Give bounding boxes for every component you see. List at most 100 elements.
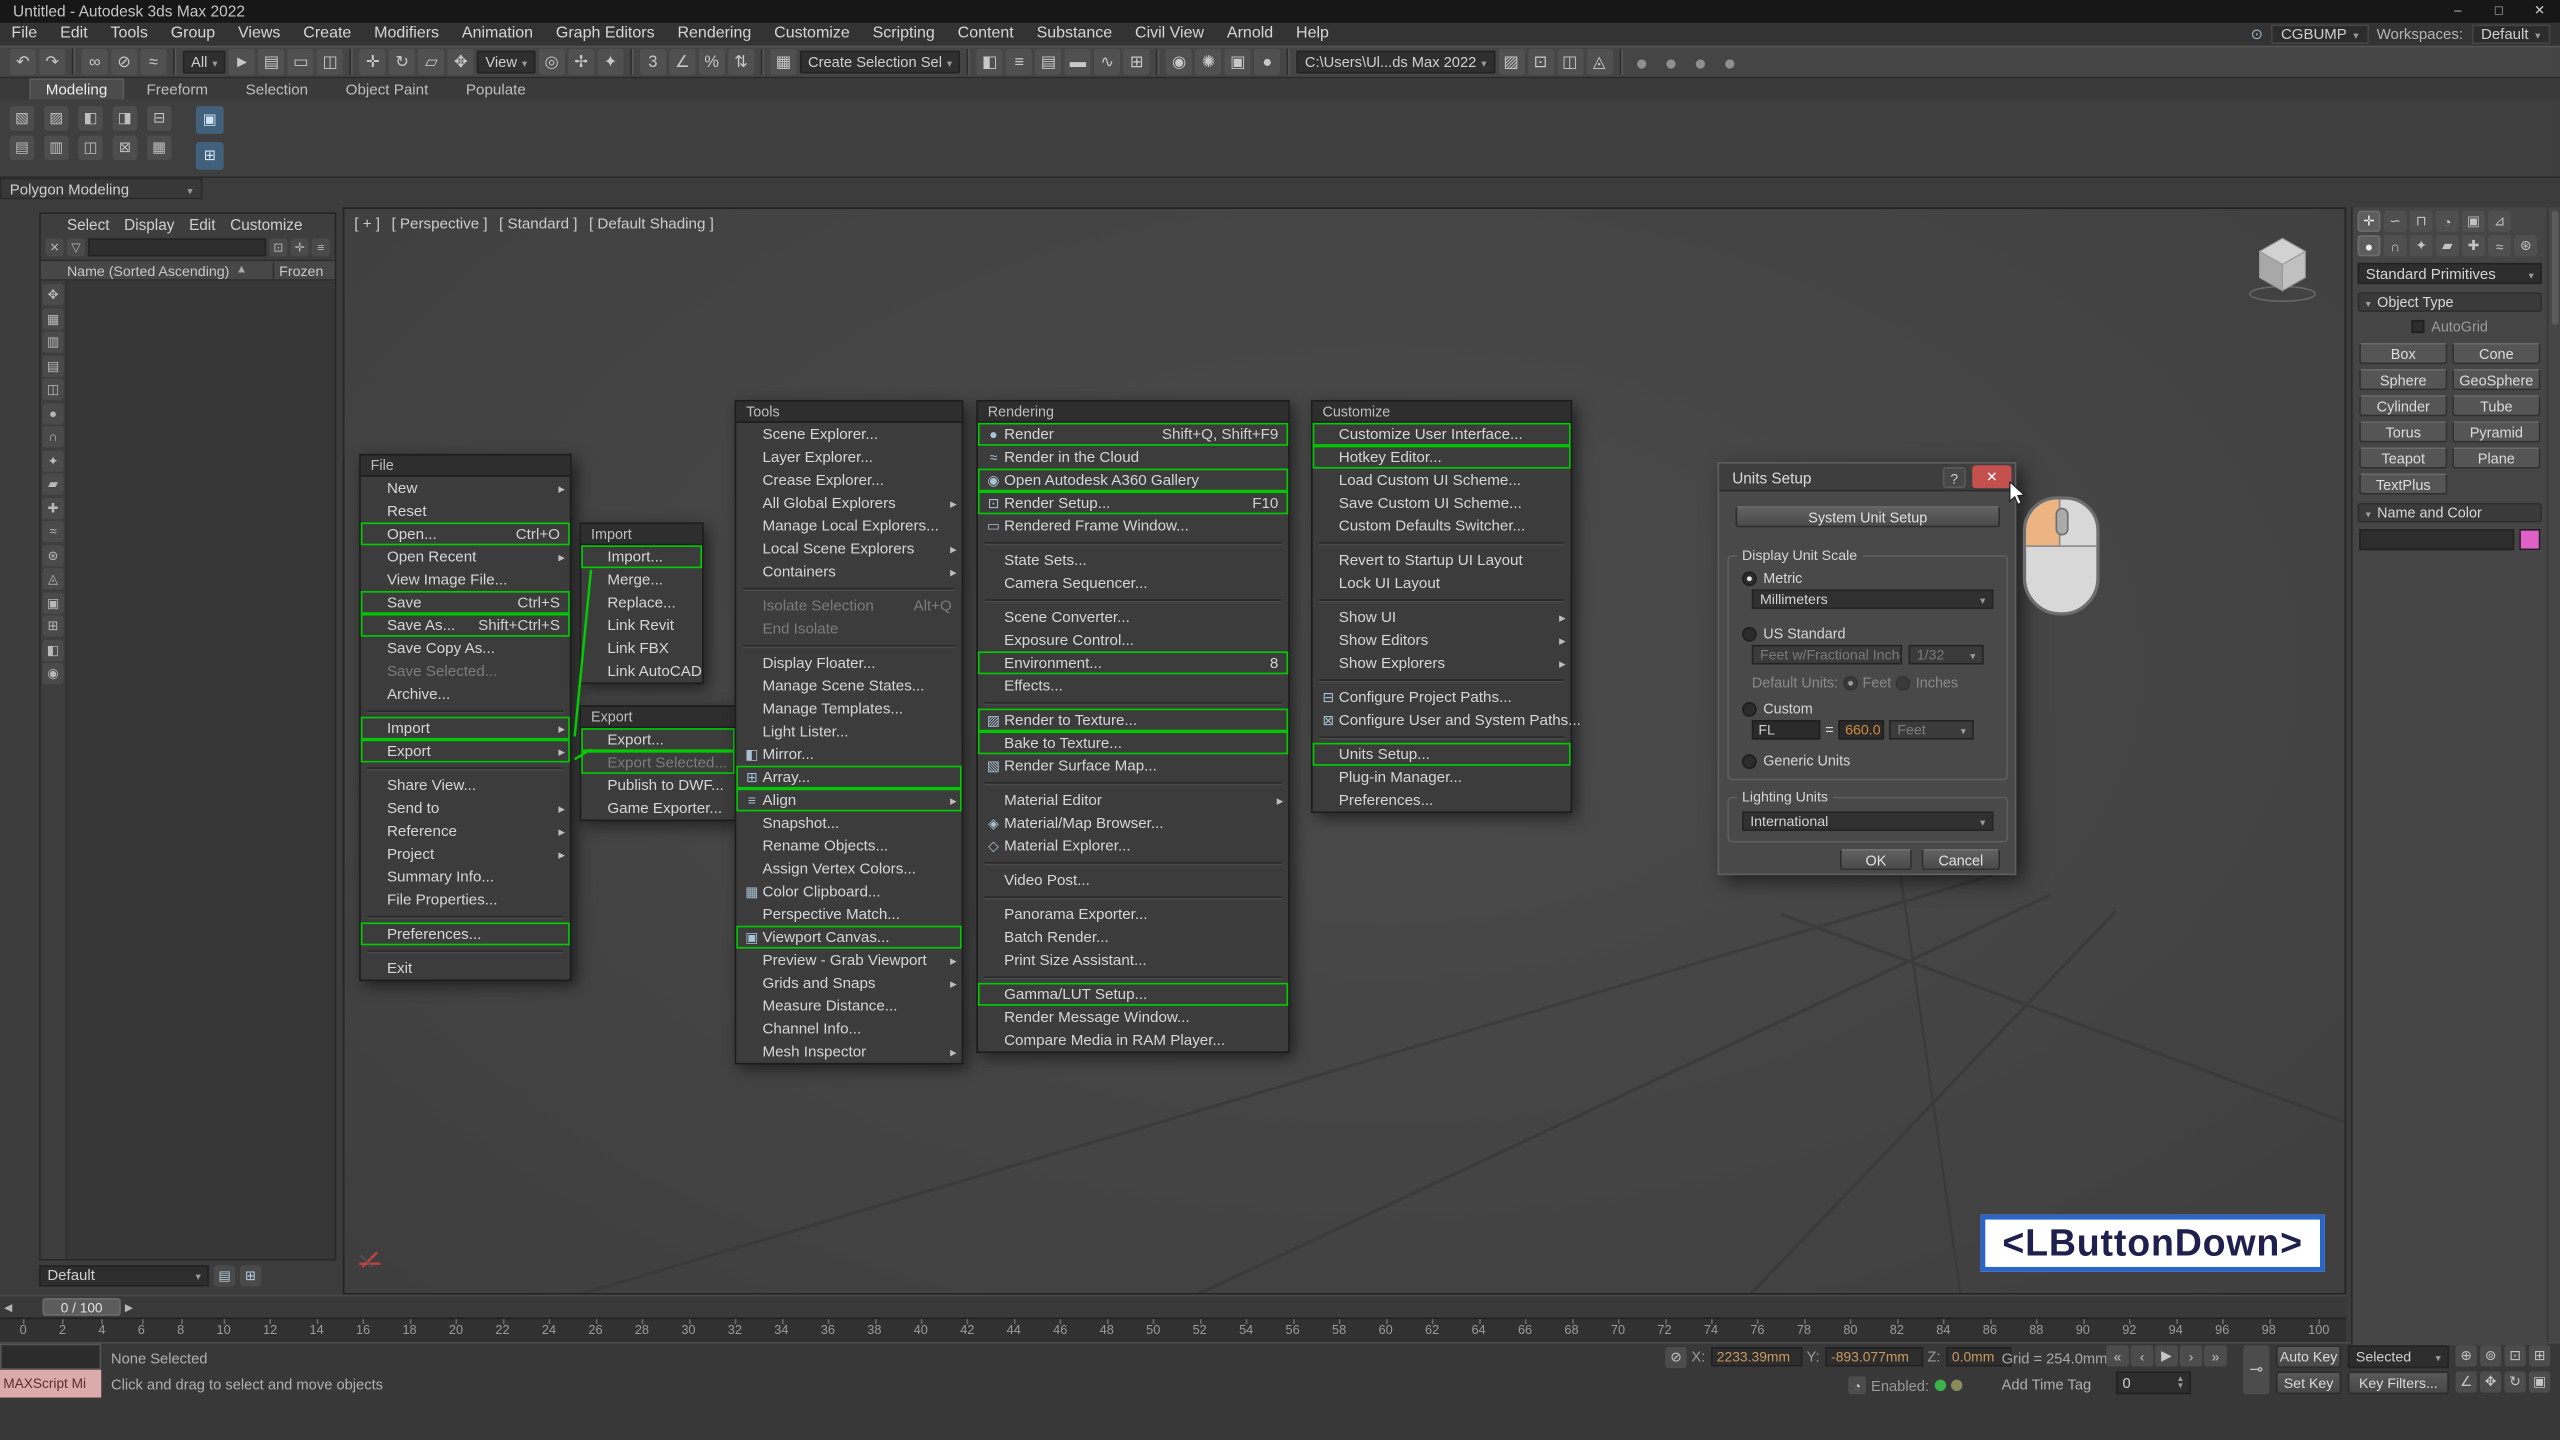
ribbon-tab[interactable]: Object Paint — [331, 80, 443, 100]
primitive-button[interactable]: Plane — [2452, 447, 2540, 468]
select-object-icon[interactable]: ► — [229, 49, 255, 75]
ribbon-tool-icon[interactable]: ◫ — [78, 136, 102, 160]
redo-icon[interactable]: ↷ — [39, 49, 65, 75]
menu-separator[interactable] — [1313, 537, 1571, 548]
menu-separator[interactable] — [361, 911, 570, 922]
menu-item[interactable]: Export... — [581, 728, 734, 751]
play-icon[interactable]: ▶ — [2155, 1345, 2178, 1366]
toolbar-separator[interactable] — [967, 49, 970, 75]
maxscript-mini-listener[interactable]: MAXScript Mi — [0, 1344, 101, 1400]
menu-item[interactable]: Units Setup... — [1313, 743, 1571, 766]
menubar-item[interactable]: Substance — [1025, 23, 1123, 46]
explorer-menu-item[interactable]: Customize — [230, 216, 302, 234]
generic-units-radio[interactable] — [1742, 753, 1757, 768]
menu-item[interactable]: ◉ Open Autodesk A360 Gallery — [978, 469, 1288, 492]
default-feet-radio[interactable] — [1843, 675, 1858, 690]
menu-item[interactable]: ▨ Render to Texture... — [978, 709, 1288, 732]
menu-item[interactable]: Exit — [361, 957, 570, 980]
menu-item[interactable]: Crease Explorer... — [736, 469, 961, 492]
primitive-button[interactable]: Box — [2359, 343, 2447, 364]
menubar-item[interactable]: File — [0, 23, 49, 46]
menubar-item[interactable]: Modifiers — [363, 23, 451, 46]
isolate-selection-icon[interactable]: ◬ — [1586, 49, 1612, 75]
frozen-column-header[interactable]: Frozen — [273, 262, 335, 278]
menubar-item[interactable]: Edit — [49, 23, 99, 46]
spacewarps-category-icon[interactable]: ≈ — [2488, 235, 2511, 256]
lock-explorer-icon[interactable]: ⊡ — [269, 238, 287, 256]
custom-radio[interactable] — [1742, 701, 1757, 716]
pan-icon[interactable]: ✥ — [2480, 1371, 2501, 1392]
menu-separator[interactable] — [361, 762, 570, 773]
menu-item[interactable]: Link AutoCAD — [581, 660, 702, 683]
menu-item[interactable]: Show UI — [1313, 606, 1571, 629]
shapes-category-icon[interactable]: ∩ — [2384, 235, 2407, 256]
menu-item[interactable]: Scene Converter... — [978, 606, 1288, 629]
explorer-select-none-icon[interactable]: ▥ — [42, 331, 63, 352]
select-and-manipulate-icon[interactable]: ✢ — [568, 49, 594, 75]
menu-separator[interactable] — [978, 697, 1288, 708]
default-inches-radio[interactable] — [1896, 675, 1911, 690]
command-panel-scrollbar[interactable] — [2547, 207, 2560, 1345]
viewport-layout-icon[interactable]: ◫ — [1557, 49, 1583, 75]
set-key-toggle-icon[interactable]: ⊸ — [2243, 1345, 2269, 1394]
adaptive-degradation-status[interactable]: ◔ Enabled: — [1848, 1376, 1962, 1394]
menu-item[interactable]: Rename Objects... — [736, 834, 961, 857]
explorer-display-spacewarps-icon[interactable]: ≈ — [42, 521, 63, 542]
track-bar[interactable]: 0246810121416182022242628303234363840424… — [0, 1318, 2346, 1342]
name-and-color-rollout[interactable]: Name and Color — [2358, 503, 2542, 523]
viewport-label-segment[interactable]: [ Standard ] — [499, 216, 577, 232]
render-setup-icon[interactable]: ✺ — [1195, 49, 1221, 75]
systems-category-icon[interactable]: ⊛ — [2514, 235, 2537, 256]
zoom-icon[interactable]: ⊕ — [2456, 1345, 2477, 1366]
snaps-toggle-icon[interactable]: 3 — [640, 49, 666, 75]
menu-item[interactable]: Revert to Startup UI Layout — [1313, 549, 1571, 572]
menu-item[interactable]: Effects... — [978, 674, 1288, 697]
menu-item[interactable]: Environment... 8 — [978, 651, 1288, 674]
metric-radio[interactable] — [1742, 571, 1757, 586]
lights-category-icon[interactable]: ✦ — [2410, 235, 2433, 256]
menu-item[interactable]: ▭ Rendered Frame Window... — [978, 514, 1288, 537]
ok-button[interactable]: OK — [1840, 849, 1912, 870]
menu-separator[interactable] — [361, 705, 570, 716]
menu-item[interactable]: Channel Info... — [736, 1017, 961, 1040]
ribbon-tool-icon[interactable]: ⊟ — [147, 106, 171, 130]
menu-item[interactable]: Export Selected... — [581, 751, 734, 774]
key-selection-dropdown[interactable]: Selected — [2348, 1345, 2449, 1368]
explorer-display-shapes-icon[interactable]: ∩ — [42, 426, 63, 447]
explorer-object-list[interactable] — [67, 281, 335, 1259]
ribbon-tool-icon[interactable]: ◧ — [78, 106, 102, 130]
menu-item[interactable]: ⊟ Configure Project Paths... — [1313, 686, 1571, 709]
ribbon-tab[interactable]: Freeform — [132, 80, 223, 100]
ribbon-tab[interactable]: Populate — [451, 80, 540, 100]
menu-item[interactable]: Archive... — [361, 682, 570, 705]
sample-sphere-icon[interactable]: ● — [1717, 49, 1743, 75]
menu-separator[interactable] — [978, 777, 1288, 788]
menubar-item[interactable]: Scripting — [861, 23, 946, 46]
percent-snap-icon[interactable]: % — [699, 49, 725, 75]
menubar-item[interactable]: Customize — [763, 23, 861, 46]
explorer-select-invert-icon[interactable]: ▤ — [42, 355, 63, 376]
menu-item[interactable]: ≡ Align — [736, 789, 961, 812]
menu-item[interactable]: ◧ Mirror... — [736, 743, 961, 766]
menu-item[interactable]: ⊠ Configure User and System Paths... — [1313, 709, 1571, 732]
menu-separator[interactable] — [978, 971, 1288, 982]
menu-item[interactable]: Load Custom UI Scheme... — [1313, 469, 1571, 492]
primitive-button[interactable]: TextPlus — [2359, 473, 2447, 494]
ribbon-tool-icon[interactable]: ▨ — [44, 106, 68, 130]
close-icon[interactable]: ✕ — [1972, 465, 2011, 488]
popup-caption[interactable]: Export — [581, 707, 734, 728]
menu-item[interactable]: Merge... — [581, 568, 702, 591]
menubar-item[interactable]: Rendering — [666, 23, 763, 46]
select-and-place-icon[interactable]: ✥ — [448, 49, 474, 75]
viewport-label-segment[interactable]: [ Perspective ] — [391, 216, 487, 232]
select-and-rotate-icon[interactable]: ↻ — [389, 49, 415, 75]
reference-coordinate-system-dropdown[interactable]: View — [477, 51, 535, 74]
menubar-item[interactable]: Graph Editors — [544, 23, 666, 46]
menu-separator[interactable] — [1313, 674, 1571, 685]
sort-column-header[interactable]: Name (Sorted Ascending) ▲ — [41, 262, 273, 278]
mini-listener-field[interactable]: MAXScript Mi — [0, 1370, 101, 1398]
menu-item[interactable]: All Global Explorers — [736, 491, 961, 514]
explorer-display-groups-icon[interactable]: ⊛ — [42, 544, 63, 565]
menubar-item[interactable]: Content — [946, 23, 1025, 46]
rectangular-selection-region-icon[interactable]: ▭ — [288, 49, 314, 75]
